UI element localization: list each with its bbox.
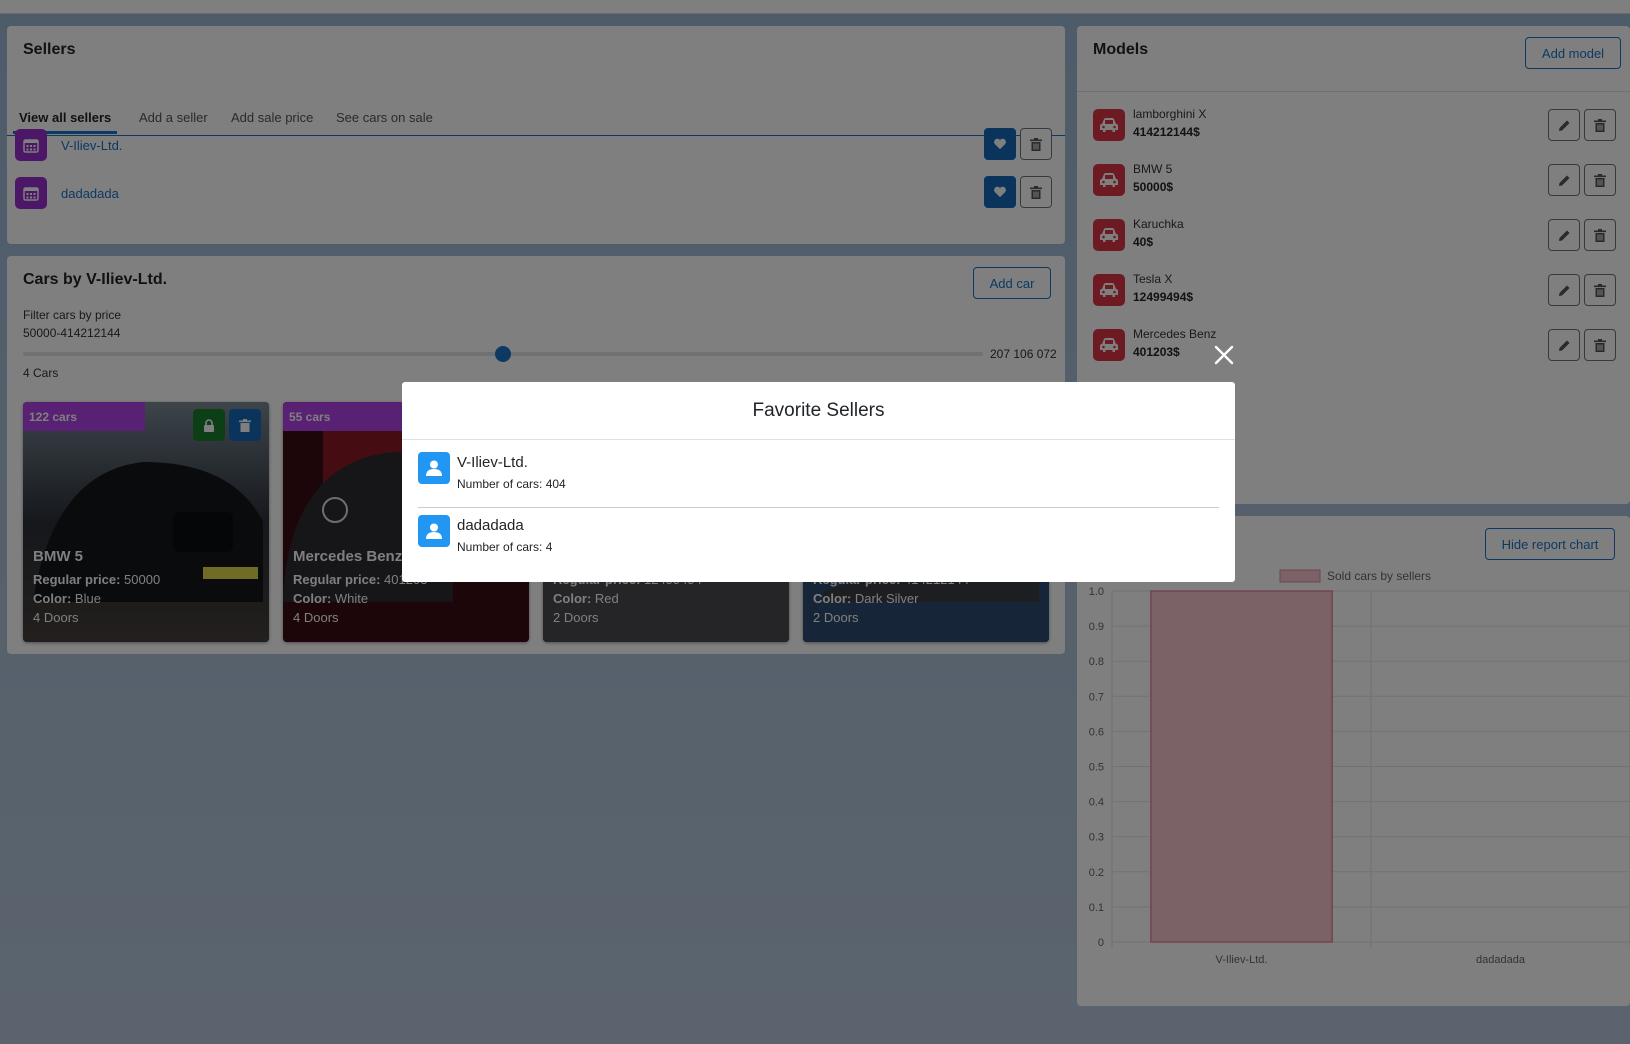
modal-title: Favorite Sellers [752,400,885,421]
user-icon [418,452,450,484]
favorite-sellers-modal: Favorite Sellers V-Iliev-Ltd. Number of … [402,382,1235,582]
favorite-seller-item[interactable]: dadadada Number of cars: 4 [418,515,1219,571]
favorite-seller-name: dadadada [457,517,524,534]
favorite-seller-item[interactable]: V-Iliev-Ltd. Number of cars: 404 [418,452,1219,508]
favorite-seller-count: Number of cars: 4 [457,540,553,554]
close-icon[interactable] [1213,344,1235,366]
divider [402,439,1235,440]
user-icon [418,515,450,547]
divider [418,507,1219,508]
favorite-seller-name: V-Iliev-Ltd. [457,454,528,471]
favorite-seller-count: Number of cars: 404 [457,477,566,491]
